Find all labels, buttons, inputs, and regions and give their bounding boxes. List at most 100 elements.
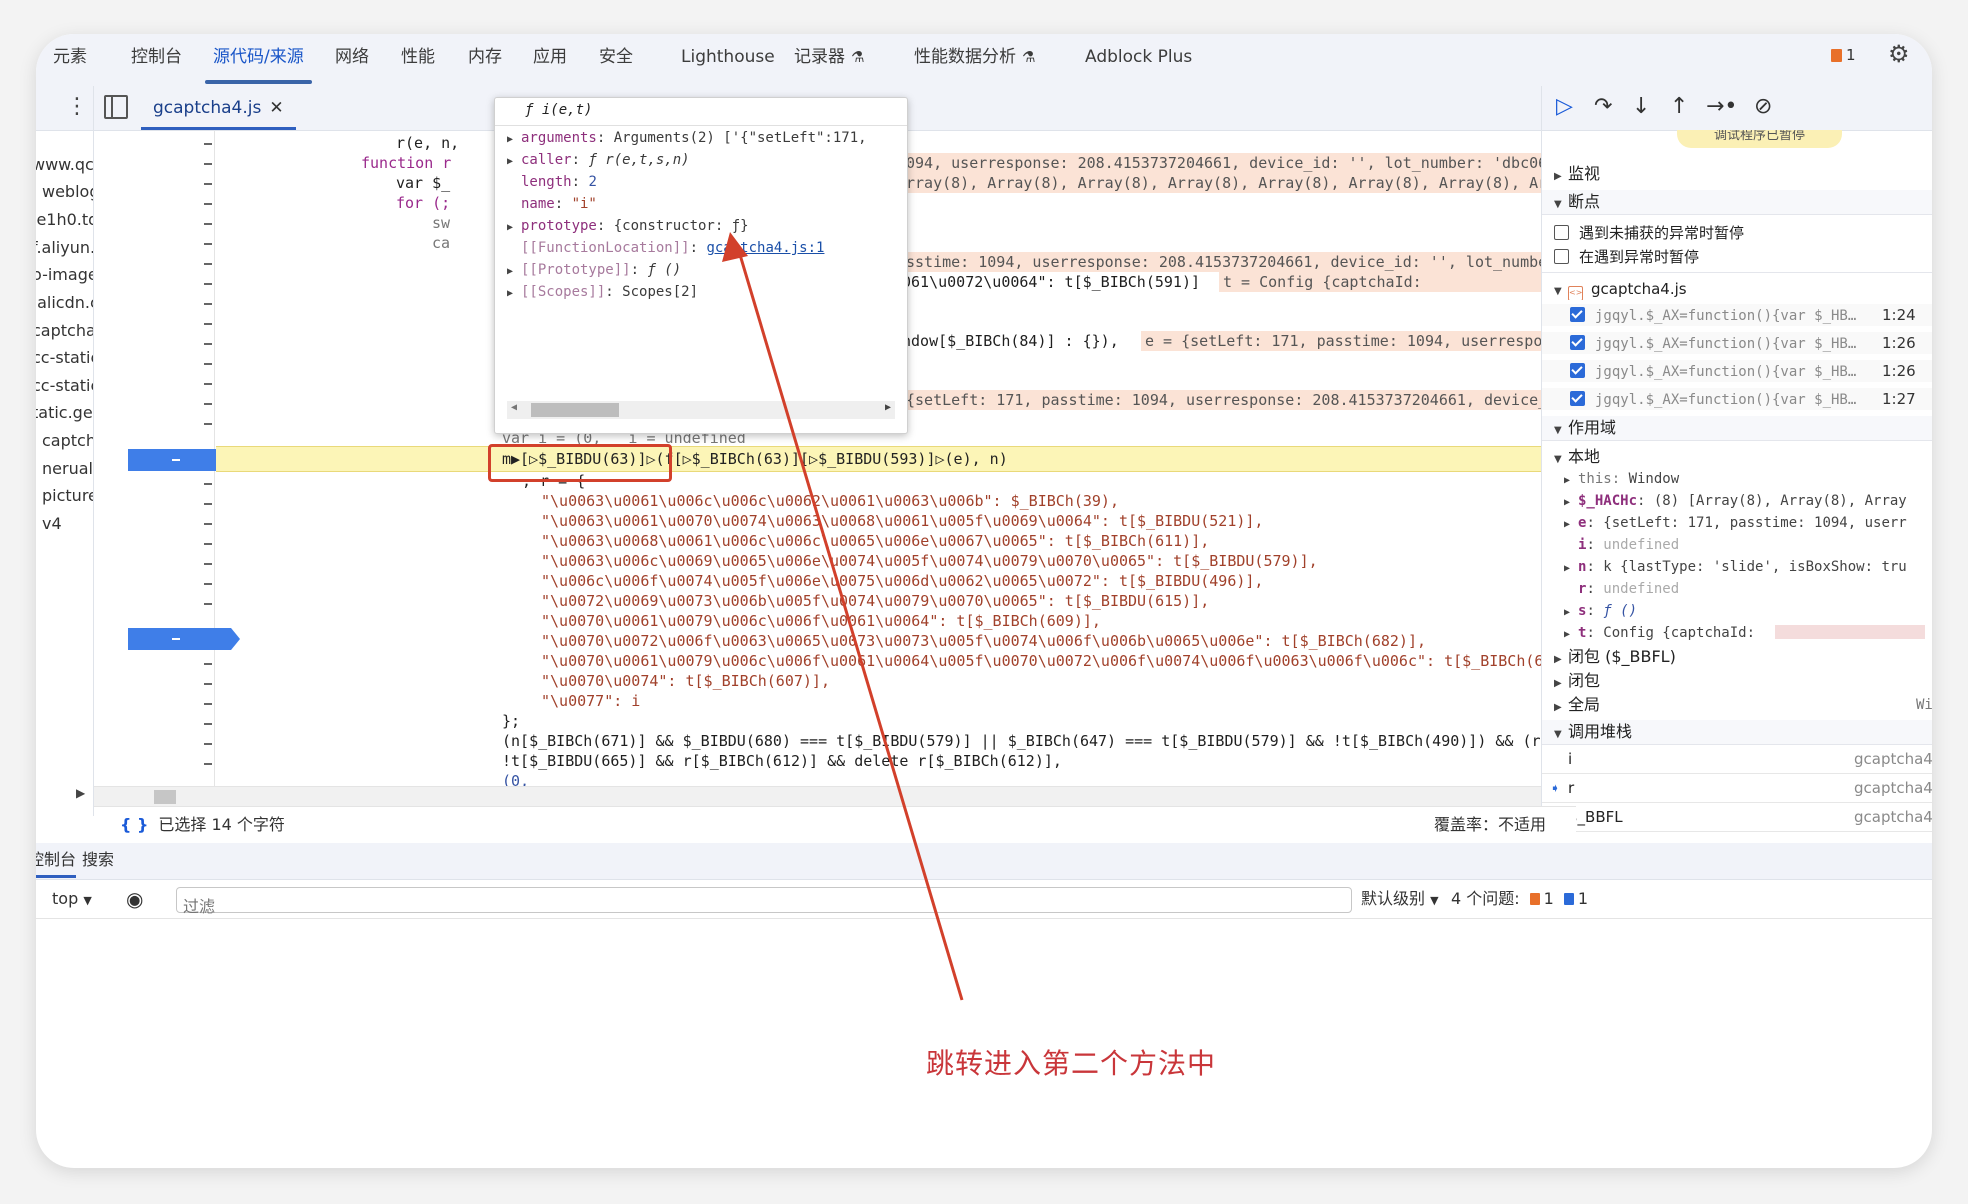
toggle-navigator-icon[interactable] (104, 95, 128, 119)
navigator-item[interactable]: www.qcc. (36, 152, 93, 178)
navigator-item[interactable]: f.aliyun. (36, 235, 93, 261)
navigator-item[interactable]: captcha (36, 318, 93, 344)
step-icon[interactable]: →• (1706, 94, 1737, 119)
popover-property[interactable]: ▶ [[Scopes]]: Scopes[2] (507, 282, 698, 304)
settings-gear-icon[interactable]: ⚙ (1888, 40, 1910, 68)
scope-closure[interactable]: ▶ 闭包 ($_BBFL) (1542, 646, 1932, 668)
breakpoint-file-group[interactable]: ▼ <> gcaptcha4.js (1542, 278, 1932, 300)
tab-sources[interactable]: 源代码/来源 (205, 34, 312, 86)
navigator-item[interactable]: cc-static (36, 373, 93, 399)
tab-performance[interactable]: 性能 (401, 34, 435, 86)
scope-var: i: undefined (1578, 537, 1680, 553)
log-level-selector[interactable]: 默认级别 ▼ (1361, 880, 1439, 920)
section-call-stack[interactable]: ▼ 调用堆栈 (1542, 720, 1932, 745)
property-key: prototype (521, 218, 597, 234)
navigator-item[interactable]: o-image (36, 262, 93, 288)
issues-badge[interactable]: 1 (1831, 46, 1856, 64)
pause-uncaught-option[interactable]: 遇到未捕获的异常时暂停 (1542, 222, 1932, 244)
tab-elements[interactable]: 元素 (53, 34, 87, 86)
tab-performance-insights[interactable]: 性能数据分析 ⚗ (914, 34, 1035, 86)
popover-property[interactable]: ▶ caller: ƒ r(e,t,s,n) (507, 150, 690, 172)
warning-icon (1529, 893, 1540, 905)
drawer-tab-search[interactable]: 搜索 (82, 843, 114, 877)
scope-label: 本地 (1568, 447, 1601, 466)
checkbox[interactable] (1570, 307, 1585, 322)
tab-recorder[interactable]: 记录器 ⚗ (794, 34, 864, 86)
scope-var[interactable]: ▶ this: Window (1542, 468, 1932, 490)
filter-input[interactable] (177, 897, 1349, 919)
navigator-item[interactable]: v4 (42, 511, 62, 537)
section-breakpoints[interactable]: ▼ 断点 (1542, 190, 1932, 215)
more-options-icon[interactable]: ⋮ (66, 94, 88, 119)
expand-arrow-icon[interactable]: ▶ (76, 786, 85, 800)
navigator-item[interactable]: je1h0.td (36, 207, 93, 233)
popover-property[interactable]: ▶ prototype: {constructor: ƒ} (507, 216, 749, 238)
issues-summary[interactable]: 4 个问题: 1 1 (1451, 880, 1588, 918)
pretty-print-icon[interactable]: { } (120, 815, 148, 834)
context-selector[interactable]: top ▼ (52, 880, 92, 920)
checkbox[interactable] (1554, 249, 1569, 264)
tab-adblock-plus[interactable]: Adblock Plus (1085, 34, 1192, 86)
scope-closure[interactable]: ▶ 闭包 (1542, 670, 1932, 692)
resume-icon[interactable]: ▷ (1556, 94, 1573, 119)
step-out-icon[interactable]: ↑ (1670, 94, 1688, 119)
tab-application[interactable]: 应用 (533, 34, 567, 86)
line-gutter[interactable] (94, 131, 240, 786)
navigator-item[interactable]: nerualp (42, 456, 93, 482)
pause-caught-option[interactable]: 在遇到异常时暂停 (1542, 246, 1932, 268)
editor-horizontal-scrollbar[interactable] (94, 786, 1576, 807)
popover-property[interactable]: ▶ [[Prototype]]: ƒ () (507, 260, 681, 282)
checkbox[interactable] (1570, 391, 1585, 406)
call-frame-current[interactable]: ➧ r gcaptcha4.j (1542, 774, 1932, 803)
gutter-mark (204, 263, 212, 265)
popover-title: ƒ i(e,t) (525, 102, 593, 118)
navigator-item[interactable]: captch (42, 428, 93, 454)
gutter-mark (204, 663, 212, 665)
scope-var[interactable]: ▶ t: Config {captchaId: (1542, 622, 1932, 644)
navigator-item[interactable]: weblog (42, 179, 93, 205)
checkbox[interactable] (1554, 225, 1569, 240)
scope-var[interactable]: ▶ n: k {lastType: 'slide', isBoxShow: tru (1542, 556, 1932, 578)
scope-local[interactable]: ▼ 本地 (1542, 446, 1932, 468)
tab-memory[interactable]: 内存 (468, 34, 502, 86)
code-line: var $_ (396, 174, 451, 192)
navigator-item[interactable]: picture (42, 483, 93, 509)
tab-console[interactable]: 控制台 (131, 34, 182, 86)
scrollbar-thumb[interactable] (531, 403, 619, 417)
tab-network[interactable]: 网络 (335, 34, 369, 86)
scope-var[interactable]: ▶ s: ƒ () (1542, 600, 1932, 622)
scroll-left-icon[interactable]: ◀ (511, 402, 517, 413)
checkbox[interactable] (1570, 363, 1585, 378)
function-location-link[interactable]: gcaptcha4.js:1 (706, 240, 824, 256)
scroll-right-icon[interactable]: ▶ (885, 402, 891, 413)
navigator-item[interactable]: tatic.gee (36, 400, 93, 426)
scope-global[interactable]: ▶ 全局 Wi (1542, 694, 1932, 716)
popover-horizontal-scrollbar[interactable]: ◀ ▶ (507, 401, 895, 419)
live-expression-eye-icon[interactable]: ◉ (126, 880, 143, 918)
call-frame[interactable]: i gcaptcha4.j (1542, 745, 1932, 774)
tab-security[interactable]: 安全 (599, 34, 633, 86)
step-into-icon[interactable]: ↓ (1632, 94, 1650, 119)
option-label: 遇到未捕获的异常时暂停 (1579, 224, 1745, 242)
step-over-icon[interactable]: ↷ (1594, 94, 1612, 119)
close-icon[interactable]: ✕ (269, 98, 283, 118)
console-filter-input[interactable] (176, 887, 1352, 919)
deactivate-breakpoints-icon[interactable]: ⊘ (1754, 94, 1772, 119)
checkbox[interactable] (1570, 335, 1585, 350)
call-frame[interactable]: $_BBFL gcaptcha4.j (1542, 803, 1932, 832)
breakpoint-item[interactable]: jgqyl.$_AX=function(){var $_HB… 1:27 (1542, 388, 1932, 410)
tab-lighthouse[interactable]: Lighthouse (681, 34, 775, 86)
scrollbar-thumb[interactable] (154, 790, 176, 804)
breakpoint-item[interactable]: jgqyl.$_AX=function(){var $_HB… 1:24 (1542, 304, 1932, 326)
drawer-tab-console[interactable]: 控制台 (36, 843, 77, 878)
navigator-item[interactable]: cc-static (36, 345, 93, 371)
scope-var[interactable]: ▶ e: {setLeft: 171, passtime: 1094, userr (1542, 512, 1932, 534)
popover-property[interactable]: ▶ arguments: Arguments(2) ['{"setLeft":17… (507, 128, 867, 150)
breakpoint-item[interactable]: jgqyl.$_AX=function(){var $_HB… 1:26 (1542, 332, 1932, 354)
section-scope[interactable]: ▼ 作用域 (1542, 416, 1932, 441)
navigator-item[interactable]: .alicdn.c (36, 290, 93, 316)
scope-var[interactable]: ▶ $_HACHc: (8) [Array(8), Array(8), Array (1542, 490, 1932, 512)
section-watch[interactable]: ▶ 监视 (1542, 162, 1932, 186)
breakpoint-item[interactable]: jgqyl.$_AX=function(){var $_HB… 1:26 (1542, 360, 1932, 382)
file-tab-gcaptcha4[interactable]: gcaptcha4.js ✕ (141, 86, 296, 130)
